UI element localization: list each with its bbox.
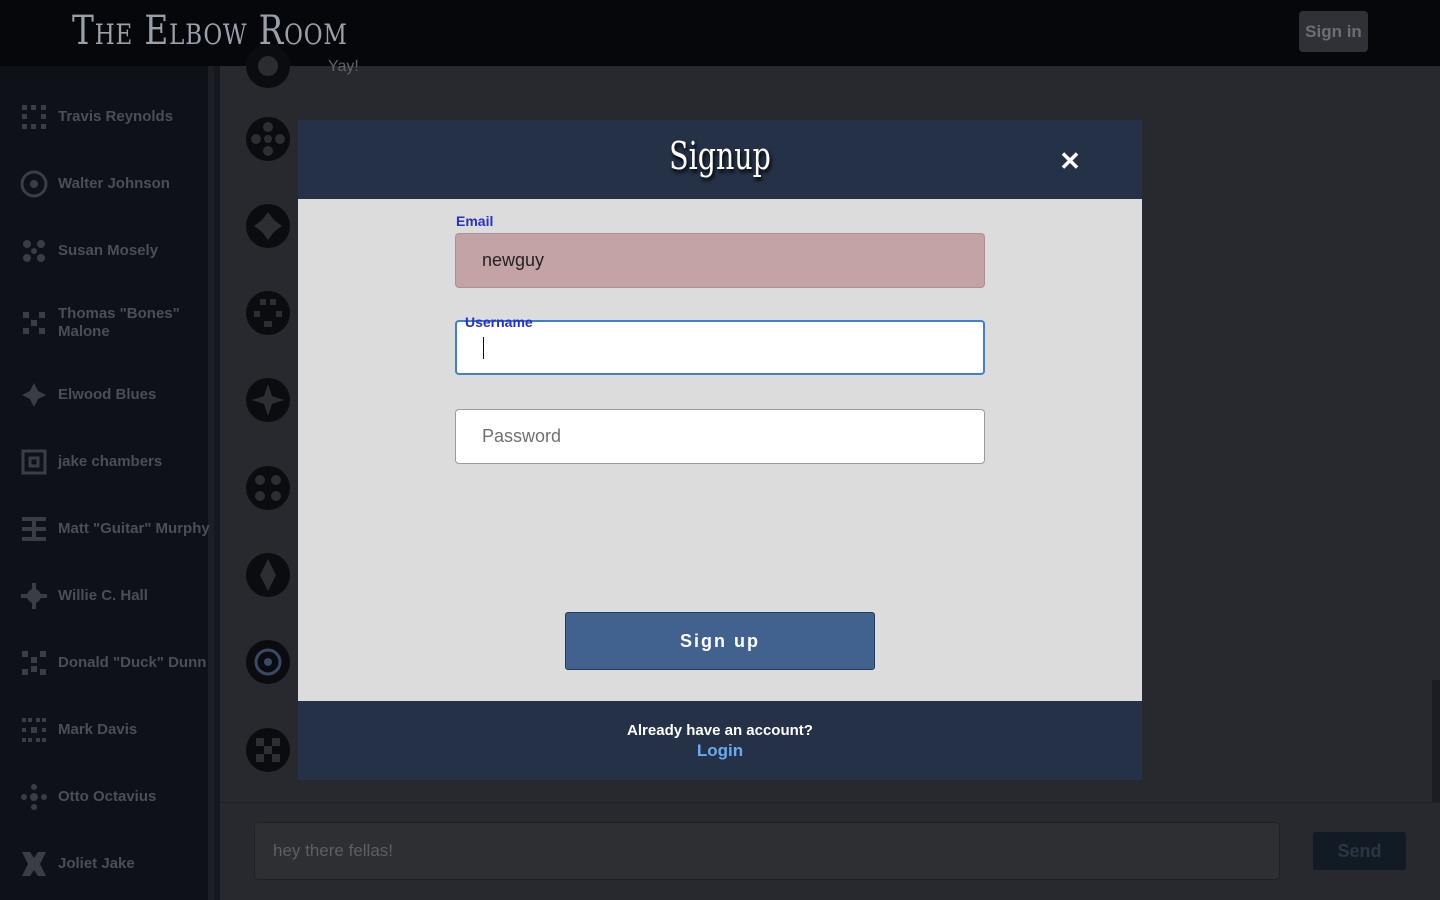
- sidebar-user-name: Otto Octavius: [58, 788, 157, 805]
- avatar-icon: [246, 640, 290, 684]
- avatar-icon: [246, 291, 290, 335]
- modal-footer: Already have an account? Login: [298, 701, 1142, 780]
- sidebar-user[interactable]: Travis Reynolds: [20, 103, 210, 131]
- sidebar-user[interactable]: Joliet Jake: [20, 850, 210, 878]
- avatar-icon: [20, 850, 48, 878]
- sidebar-user-name: Susan Mosely: [58, 242, 159, 259]
- top-bar: The Elbow Room Sign in: [0, 0, 1440, 66]
- sidebar-user[interactable]: Otto Octavius: [20, 783, 210, 811]
- sidebar-user[interactable]: Mark Davis: [20, 716, 210, 744]
- modal-title: Signup: [669, 134, 771, 178]
- avatar-icon: [246, 378, 290, 422]
- sidebar-user[interactable]: Matt "Guitar" Murphy: [20, 515, 210, 543]
- sidebar-user-name: Travis Reynolds: [58, 108, 174, 125]
- avatar-icon: [246, 204, 290, 248]
- email-label: Email: [456, 213, 494, 229]
- chat-scrollbar[interactable]: [1432, 680, 1440, 802]
- avatar-icon: [20, 103, 48, 131]
- avatar-icon: [246, 728, 290, 772]
- sidebar-user-name: Thomas "Bones" Malone: [58, 305, 180, 340]
- avatar-icon: [20, 649, 48, 677]
- avatar-icon: [20, 170, 48, 198]
- username-field[interactable]: [455, 320, 985, 375]
- sign-in-button[interactable]: Sign in: [1299, 11, 1368, 52]
- message-text: Yay!: [328, 58, 359, 75]
- sidebar-user-name: Walter Johnson: [58, 175, 170, 192]
- sidebar-user[interactable]: Elwood Blues: [20, 381, 210, 409]
- avatar-icon: [20, 783, 48, 811]
- send-button[interactable]: Send: [1313, 832, 1406, 870]
- sidebar-user-name: Elwood Blues: [58, 386, 157, 403]
- avatar-icon: [246, 44, 290, 88]
- sidebar-user-name: Joliet Jake: [58, 855, 135, 872]
- app-logo[interactable]: The Elbow Room: [72, 8, 348, 54]
- avatar-icon: [20, 237, 48, 265]
- close-icon[interactable]: ✕: [1058, 146, 1082, 176]
- avatar-icon: [20, 716, 48, 744]
- signup-modal: Signup ✕ Email newguy Username Password …: [298, 120, 1142, 780]
- text-cursor: [483, 336, 484, 359]
- sidebar-user[interactable]: Susan Mosely: [20, 237, 210, 265]
- avatar-icon: [20, 381, 48, 409]
- password-placeholder: Password: [482, 426, 562, 446]
- sidebar-user-name: Matt "Guitar" Murphy: [58, 520, 210, 537]
- sidebar-user[interactable]: Willie C. Hall: [20, 582, 210, 610]
- sidebar-user[interactable]: Donald "Duck" Dunn: [20, 649, 210, 677]
- email-value: newguy: [482, 250, 545, 270]
- sidebar-user[interactable]: Thomas "Bones" Malone: [20, 305, 210, 341]
- modal-header: Signup ✕: [298, 120, 1142, 199]
- message-compose-bar: hey there fellas! Send: [220, 802, 1440, 900]
- avatar-icon: [20, 448, 48, 476]
- footer-text: Already have an account?: [627, 722, 813, 739]
- sidebar-user[interactable]: jake chambers: [20, 448, 210, 476]
- sidebar-user[interactable]: Walter Johnson: [20, 170, 210, 198]
- message-input[interactable]: hey there fellas!: [254, 822, 1280, 880]
- avatar-icon: [246, 553, 290, 597]
- sidebar-user-name: jake chambers: [58, 453, 163, 470]
- login-link[interactable]: Login: [298, 741, 1142, 761]
- sign-up-button[interactable]: Sign up: [565, 612, 875, 670]
- avatar-icon: [246, 466, 290, 510]
- avatar-icon: [20, 582, 48, 610]
- avatar-icon: [246, 117, 290, 161]
- avatar-icon: [20, 309, 48, 337]
- email-field[interactable]: newguy: [455, 233, 985, 288]
- sidebar-user-name: Mark Davis: [58, 721, 138, 738]
- user-sidebar: Travis Reynolds Walter Johnson Susan Mos…: [0, 66, 214, 900]
- avatar-icon: [20, 515, 48, 543]
- password-field[interactable]: Password: [455, 409, 985, 464]
- sidebar-user-name: Donald "Duck" Dunn: [58, 654, 207, 671]
- sidebar-user-name: Willie C. Hall: [58, 587, 148, 604]
- username-label: Username: [465, 314, 533, 330]
